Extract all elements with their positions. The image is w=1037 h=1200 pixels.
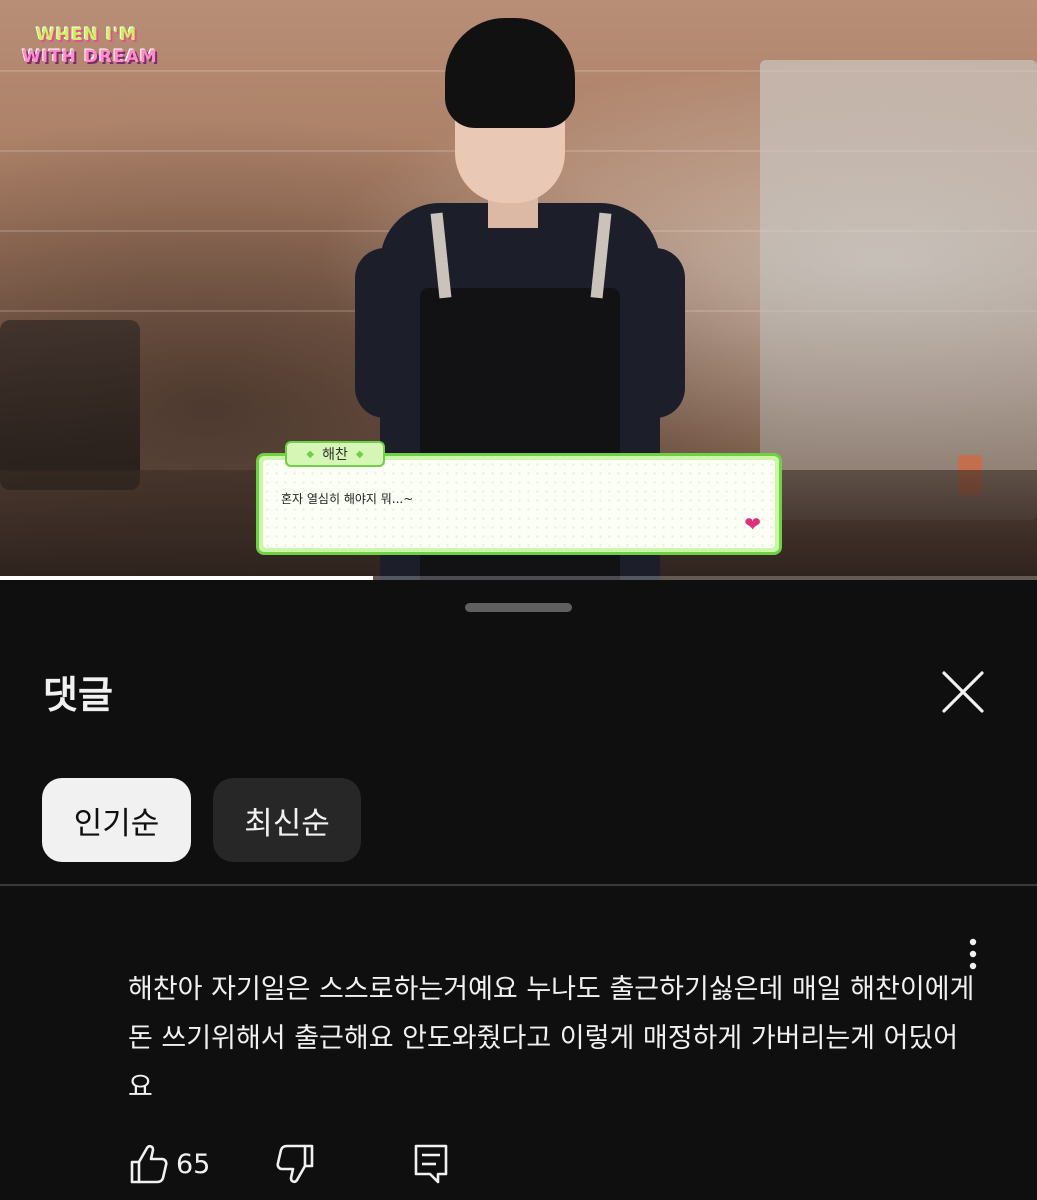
dislike-button[interactable] (276, 1140, 316, 1188)
background-window (760, 60, 1037, 520)
speaker-name: 해찬 (322, 447, 348, 463)
reply-icon (414, 1144, 448, 1184)
sort-newest-chip[interactable]: 최신순 (213, 778, 361, 862)
close-button[interactable] (936, 665, 990, 719)
heart-icon: ❤ (744, 512, 761, 536)
logo-line-1: WHEN I'M (36, 25, 138, 45)
speaker-tag: ◆ 해찬 ◆ (285, 441, 385, 467)
comment-actions: 65 (128, 1140, 528, 1190)
dialogue-box: 혼자 열심히 해야지 뭐...~ ❤ (256, 453, 782, 555)
comment-text: 해찬아 자기일은 스스로하는거예요 누나도 출근하기싫은데 매일 해찬이에게 돈… (128, 974, 975, 1103)
sheet-drag-handle[interactable] (465, 603, 572, 612)
dialogue-text: 혼자 열심히 해야지 뭐...~ (281, 492, 414, 506)
reply-button[interactable] (412, 1140, 450, 1188)
divider (0, 884, 1037, 886)
comments-title: 댓글 (43, 673, 113, 717)
diamond-icon: ◆ (306, 448, 315, 460)
video-player[interactable]: WHEN I'M WITH DREAM 혼자 열심히 해야지 뭐...~ ❤ ◆… (0, 0, 1037, 580)
background-machine (0, 320, 140, 490)
like-button[interactable]: 65 (128, 1140, 210, 1188)
logo-line-2: WITH DREAM (22, 47, 158, 67)
show-logo: WHEN I'M WITH DREAM (14, 24, 184, 79)
like-count: 65 (176, 1148, 211, 1180)
diamond-icon: ◆ (355, 448, 364, 460)
thumb-down-icon (276, 1144, 314, 1184)
close-icon (942, 671, 984, 713)
thumb-up-icon (130, 1144, 168, 1184)
sort-top-chip[interactable]: 인기순 (42, 778, 191, 862)
